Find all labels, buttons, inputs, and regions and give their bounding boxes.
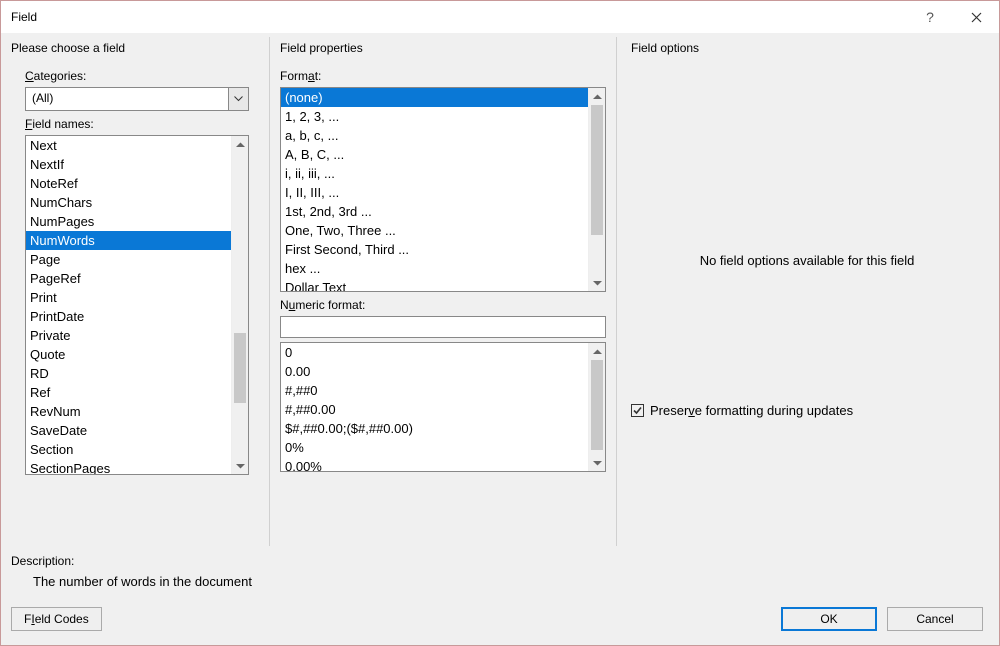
caret-down-icon — [593, 280, 602, 286]
window-title: Field — [11, 10, 907, 24]
format-item[interactable]: a, b, c, ... — [281, 126, 605, 145]
numeric-format-input[interactable] — [280, 316, 606, 338]
format-label: Format: — [280, 69, 606, 83]
fieldname-item[interactable]: Next — [26, 136, 248, 155]
help-button[interactable]: ? — [907, 9, 953, 25]
description-label: Description: — [11, 554, 989, 568]
fieldname-item[interactable]: NumChars — [26, 193, 248, 212]
format-item[interactable]: (none) — [281, 88, 605, 107]
categories-combo[interactable]: (All) — [25, 87, 249, 111]
fieldname-item[interactable]: RevNum — [26, 402, 248, 421]
scroll-up-button[interactable] — [589, 88, 605, 105]
format-item[interactable]: 1st, 2nd, 3rd ... — [281, 202, 605, 221]
categories-label: Categories: — [25, 69, 261, 83]
fieldname-item[interactable]: Print — [26, 288, 248, 307]
format-item[interactable]: hex ... — [281, 259, 605, 278]
fieldnames-label: Field names: — [25, 117, 261, 131]
format-listbox[interactable]: (none)1, 2, 3, ...a, b, c, ...A, B, C, .… — [280, 87, 606, 292]
fieldname-item[interactable]: Ref — [26, 383, 248, 402]
fieldname-item[interactable]: NextIf — [26, 155, 248, 174]
field-dialog: Field ? Please choose a field Categories… — [0, 0, 1000, 646]
fieldname-item[interactable]: Quote — [26, 345, 248, 364]
ok-button[interactable]: OK — [781, 607, 877, 631]
format-item[interactable]: A, B, C, ... — [281, 145, 605, 164]
caret-down-icon — [593, 460, 602, 466]
fieldname-item[interactable]: NumPages — [26, 212, 248, 231]
close-icon — [971, 12, 982, 23]
close-button[interactable] — [953, 1, 999, 33]
scroll-thumb[interactable] — [591, 360, 603, 450]
field-properties-panel: Field properties Format: (none)1, 2, 3, … — [269, 37, 617, 546]
fieldname-item[interactable]: Section — [26, 440, 248, 459]
numeric-format-item[interactable]: 0.00% — [281, 457, 605, 472]
format-item[interactable]: 1, 2, 3, ... — [281, 107, 605, 126]
choose-field-panel: Please choose a field Categories: (All) … — [11, 37, 261, 546]
format-item[interactable]: I, II, III, ... — [281, 183, 605, 202]
numeric-format-item[interactable]: 0% — [281, 438, 605, 457]
chevron-down-icon — [234, 96, 243, 102]
titlebar: Field ? — [1, 1, 999, 33]
categories-dropdown-button[interactable] — [228, 88, 248, 110]
field-options-panel: Field options No field options available… — [625, 37, 989, 546]
no-field-options-text: No field options available for this fiel… — [631, 253, 983, 268]
numeric-format-label: Numeric format: — [280, 298, 606, 312]
check-icon — [632, 405, 643, 416]
fieldname-item[interactable]: NumWords — [26, 231, 248, 250]
numeric-format-item[interactable]: #,##0.00 — [281, 400, 605, 419]
preserve-formatting-label: Preserve formatting during updates — [650, 403, 853, 418]
format-item[interactable]: i, ii, iii, ... — [281, 164, 605, 183]
numeric-format-item[interactable]: #,##0 — [281, 381, 605, 400]
format-item[interactable]: Dollar Text — [281, 278, 605, 292]
categories-value: (All) — [26, 88, 228, 110]
fieldname-item[interactable]: NoteRef — [26, 174, 248, 193]
description-text: The number of words in the document — [11, 568, 989, 589]
preserve-formatting-checkbox[interactable] — [631, 404, 644, 417]
format-scrollbar[interactable] — [588, 88, 605, 291]
scroll-track[interactable] — [589, 360, 605, 454]
fieldname-item[interactable]: PrintDate — [26, 307, 248, 326]
fieldname-item[interactable]: SectionPages — [26, 459, 248, 475]
scroll-thumb[interactable] — [234, 333, 246, 403]
numeric-format-item[interactable]: 0 — [281, 343, 605, 362]
fieldname-item[interactable]: PageRef — [26, 269, 248, 288]
cancel-button[interactable]: Cancel — [887, 607, 983, 631]
fieldnames-scrollbar[interactable] — [231, 136, 248, 474]
fieldnames-listbox[interactable]: NextNextIfNoteRefNumCharsNumPagesNumWord… — [25, 135, 249, 475]
numeric-scrollbar[interactable] — [588, 343, 605, 471]
preserve-formatting-row[interactable]: Preserve formatting during updates — [631, 403, 853, 418]
scroll-track[interactable] — [232, 153, 248, 457]
field-properties-header: Field properties — [280, 37, 606, 63]
fieldname-item[interactable]: Page — [26, 250, 248, 269]
field-codes-button[interactable]: FIeld Codes — [11, 607, 102, 631]
scroll-thumb[interactable] — [591, 105, 603, 235]
scroll-down-button[interactable] — [589, 274, 605, 291]
format-item[interactable]: First Second, Third ... — [281, 240, 605, 259]
caret-down-icon — [236, 463, 245, 469]
description-area: Description: The number of words in the … — [1, 546, 999, 589]
numeric-format-item[interactable]: $#,##0.00;($#,##0.00) — [281, 419, 605, 438]
scroll-up-button[interactable] — [589, 343, 605, 360]
fieldname-item[interactable]: SaveDate — [26, 421, 248, 440]
fieldname-item[interactable]: Private — [26, 326, 248, 345]
caret-up-icon — [593, 94, 602, 100]
scroll-track[interactable] — [589, 105, 605, 274]
numeric-format-listbox[interactable]: 00.00#,##0#,##0.00$#,##0.00;($#,##0.00)0… — [280, 342, 606, 472]
scroll-down-button[interactable] — [589, 454, 605, 471]
caret-up-icon — [236, 142, 245, 148]
scroll-down-button[interactable] — [232, 457, 248, 474]
numeric-format-item[interactable]: 0.00 — [281, 362, 605, 381]
caret-up-icon — [593, 349, 602, 355]
dialog-buttons: FIeld Codes OK Cancel — [1, 589, 999, 645]
fieldname-item[interactable]: RD — [26, 364, 248, 383]
scroll-up-button[interactable] — [232, 136, 248, 153]
field-options-header: Field options — [631, 37, 983, 63]
format-item[interactable]: One, Two, Three ... — [281, 221, 605, 240]
choose-field-header: Please choose a field — [11, 37, 261, 63]
